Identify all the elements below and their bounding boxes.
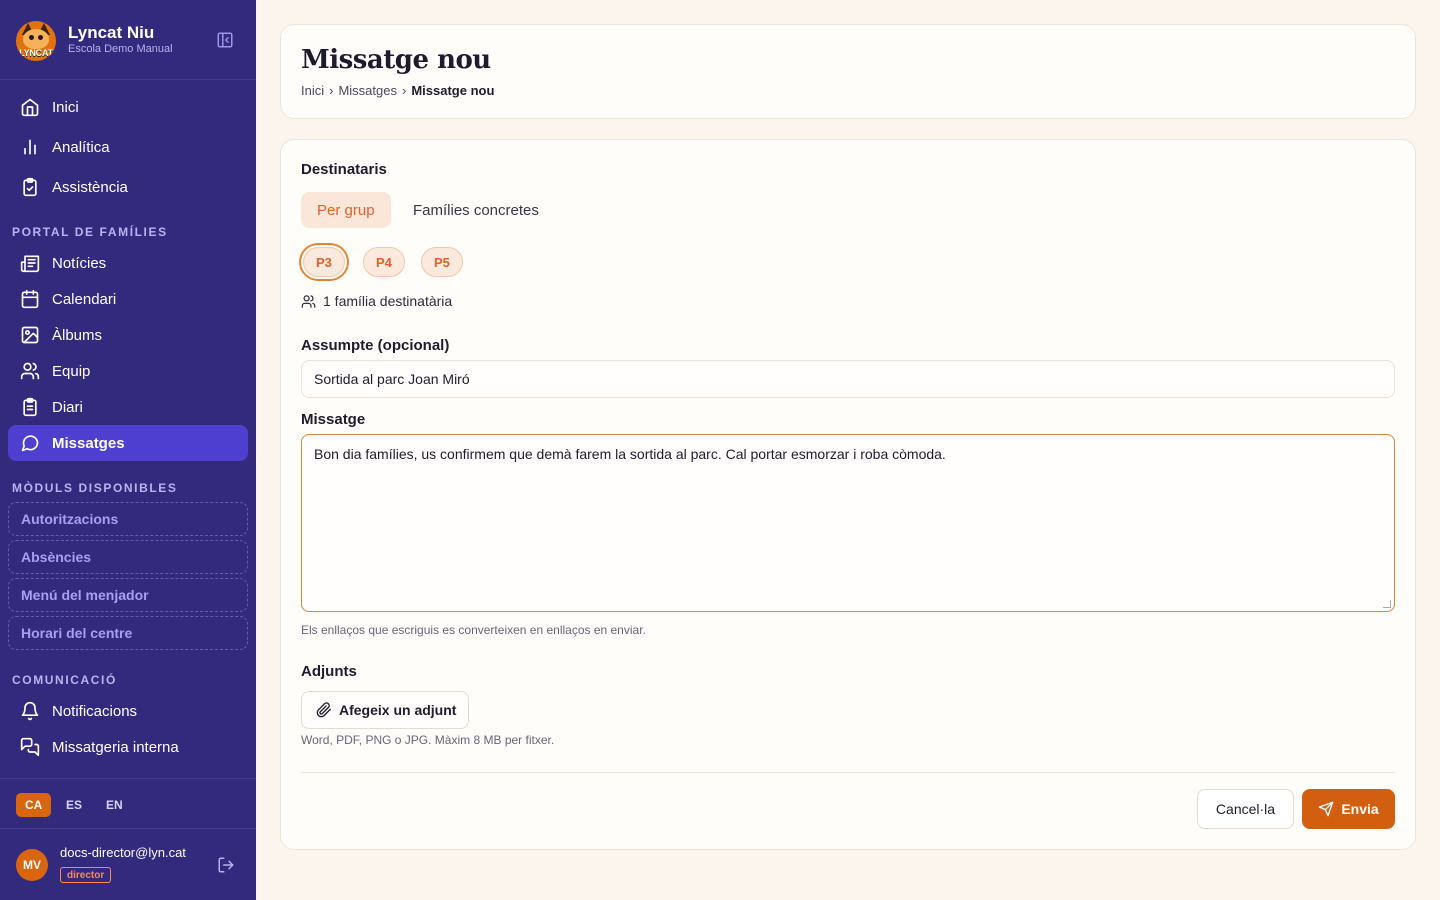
subject-value: Sortida al parc Joan Miró — [314, 371, 470, 387]
sidebar-item-label: Inici — [52, 98, 79, 116]
breadcrumb-inici[interactable]: Inici — [301, 83, 324, 98]
sidebar-item-analitica[interactable]: Analítica — [8, 129, 248, 165]
add-attachment-label: Afegeix un adjunt — [339, 702, 457, 718]
lang-es-button[interactable]: ES — [57, 793, 91, 817]
module-horari-centre[interactable]: Horari del centre — [8, 616, 248, 650]
message-label: Missatge — [301, 411, 366, 428]
tab-families-concretes[interactable]: Famílies concretes — [397, 192, 555, 228]
module-autoritzacions[interactable]: Autoritzacions — [8, 502, 248, 536]
sidebar-item-calendari[interactable]: Calendari — [8, 281, 248, 317]
clipboard-list-icon — [20, 397, 40, 417]
messages-square-icon — [20, 737, 40, 757]
message-help-text: Els enllaços que escriguis es converteix… — [301, 623, 646, 637]
sidebar-item-albums[interactable]: Àlbums — [8, 317, 248, 353]
sidebar-item-equip[interactable]: Equip — [8, 353, 248, 389]
message-textarea[interactable]: Bon dia famílies, us confirmem que demà … — [301, 434, 1395, 612]
resize-handle-icon[interactable] — [1383, 600, 1391, 608]
home-icon — [20, 97, 40, 117]
logout-icon[interactable] — [216, 855, 236, 875]
breadcrumb-missatges[interactable]: Missatges — [338, 83, 397, 98]
send-button[interactable]: Envia — [1302, 789, 1395, 829]
user-panel: MV docs-director@lyn.cat director — [0, 828, 256, 900]
calendar-icon — [20, 289, 40, 309]
sidebar-collapse-icon[interactable] — [214, 30, 236, 50]
clipboard-check-icon — [20, 177, 40, 197]
breadcrumb-separator: › — [329, 83, 334, 98]
paperclip-icon — [316, 702, 332, 718]
recipients-label: Destinataris — [301, 161, 387, 178]
users-icon — [301, 294, 316, 309]
cancel-button[interactable]: Cancel·la — [1197, 789, 1294, 829]
message-circle-icon — [20, 433, 40, 453]
subject-label: Assumpte (opcional) — [301, 337, 450, 354]
bar-chart-icon — [20, 137, 40, 157]
message-value: Bon dia famílies, us confirmem que demà … — [314, 446, 946, 462]
group-chip-p5[interactable]: P5 — [421, 247, 463, 277]
sidebar-item-label: Analítica — [52, 138, 110, 156]
breadcrumb: Inici › Missatges › Missatge nou — [301, 83, 494, 98]
section-title-comunicacio: COMUNICACIÓ — [12, 673, 117, 687]
sidebar: LYNCAT Lyncat Niu Escola Demo Manual Ini… — [0, 0, 256, 900]
page-title: Missatge nou — [301, 45, 491, 75]
sidebar-item-missatges[interactable]: Missatges — [8, 425, 248, 461]
group-chip-p4[interactable]: P4 — [363, 247, 405, 277]
breadcrumb-separator: › — [402, 83, 407, 98]
group-chip-p3[interactable]: P3 — [303, 247, 345, 277]
breadcrumb-current: Missatge nou — [411, 83, 495, 98]
message-form: Destinataris Per grup Famílies concretes… — [280, 139, 1416, 850]
lang-ca-button[interactable]: CA — [16, 793, 52, 817]
sidebar-item-diari[interactable]: Diari — [8, 389, 248, 425]
sidebar-item-label: Assistència — [52, 178, 128, 196]
divider — [301, 772, 1395, 773]
recipient-count: 1 família destinatària — [301, 293, 452, 309]
sidebar-item-label: Notificacions — [52, 702, 138, 720]
section-title-modules: MÒDULS DISPONIBLES — [12, 481, 178, 495]
subject-input[interactable]: Sortida al parc Joan Miró — [301, 360, 1395, 398]
sidebar-item-label: Àlbums — [52, 326, 103, 344]
newspaper-icon — [20, 253, 40, 273]
lynx-mascot-logo: LYNCAT — [16, 21, 56, 61]
sidebar-item-noticies[interactable]: Notícies — [8, 245, 248, 281]
sidebar-item-notificacions[interactable]: Notificacions — [8, 693, 248, 729]
sidebar-item-label: Notícies — [52, 254, 107, 272]
brand-header: LYNCAT Lyncat Niu Escola Demo Manual — [0, 0, 256, 80]
add-attachment-button[interactable]: Afegeix un adjunt — [301, 691, 470, 729]
sidebar-item-assistencia[interactable]: Assistència — [8, 169, 248, 205]
tab-per-grup[interactable]: Per grup — [301, 192, 391, 228]
attachments-label: Adjunts — [301, 663, 357, 680]
user-email: docs-director@lyn.cat — [60, 845, 186, 860]
recipient-count-text: 1 família destinatària — [323, 293, 453, 309]
send-label: Envia — [1341, 801, 1379, 817]
sidebar-item-label: Calendari — [52, 290, 117, 308]
users-icon — [20, 361, 40, 381]
main-content: Missatge nou Inici › Missatges › Missatg… — [256, 0, 1440, 900]
module-absencies[interactable]: Absències — [8, 540, 248, 574]
lang-en-button[interactable]: EN — [97, 793, 132, 817]
section-title-portal: PORTAL DE FAMÍLIES — [12, 225, 168, 239]
role-badge: director — [60, 867, 112, 883]
school-name: Escola Demo Manual — [68, 43, 173, 55]
attachment-help-text: Word, PDF, PNG o JPG. Màxim 8 MB per fit… — [301, 733, 555, 747]
sidebar-item-label: Diari — [52, 398, 83, 416]
sidebar-item-label: Equip — [52, 362, 91, 380]
module-menu-menjador[interactable]: Menú del menjador — [8, 578, 248, 612]
brand-name: Lyncat Niu — [68, 23, 155, 42]
avatar: MV — [16, 849, 48, 881]
sidebar-item-label: Missatgeria interna — [52, 738, 179, 756]
sidebar-item-label: Missatges — [52, 434, 125, 452]
page-header: Missatge nou Inici › Missatges › Missatg… — [280, 24, 1416, 119]
bell-icon — [20, 701, 40, 721]
send-icon — [1318, 801, 1334, 817]
sidebar-item-missatgeria-interna[interactable]: Missatgeria interna — [8, 729, 248, 765]
sidebar-item-inici[interactable]: Inici — [8, 89, 248, 125]
language-switcher: CA ES EN — [0, 778, 256, 828]
image-icon — [20, 325, 40, 345]
